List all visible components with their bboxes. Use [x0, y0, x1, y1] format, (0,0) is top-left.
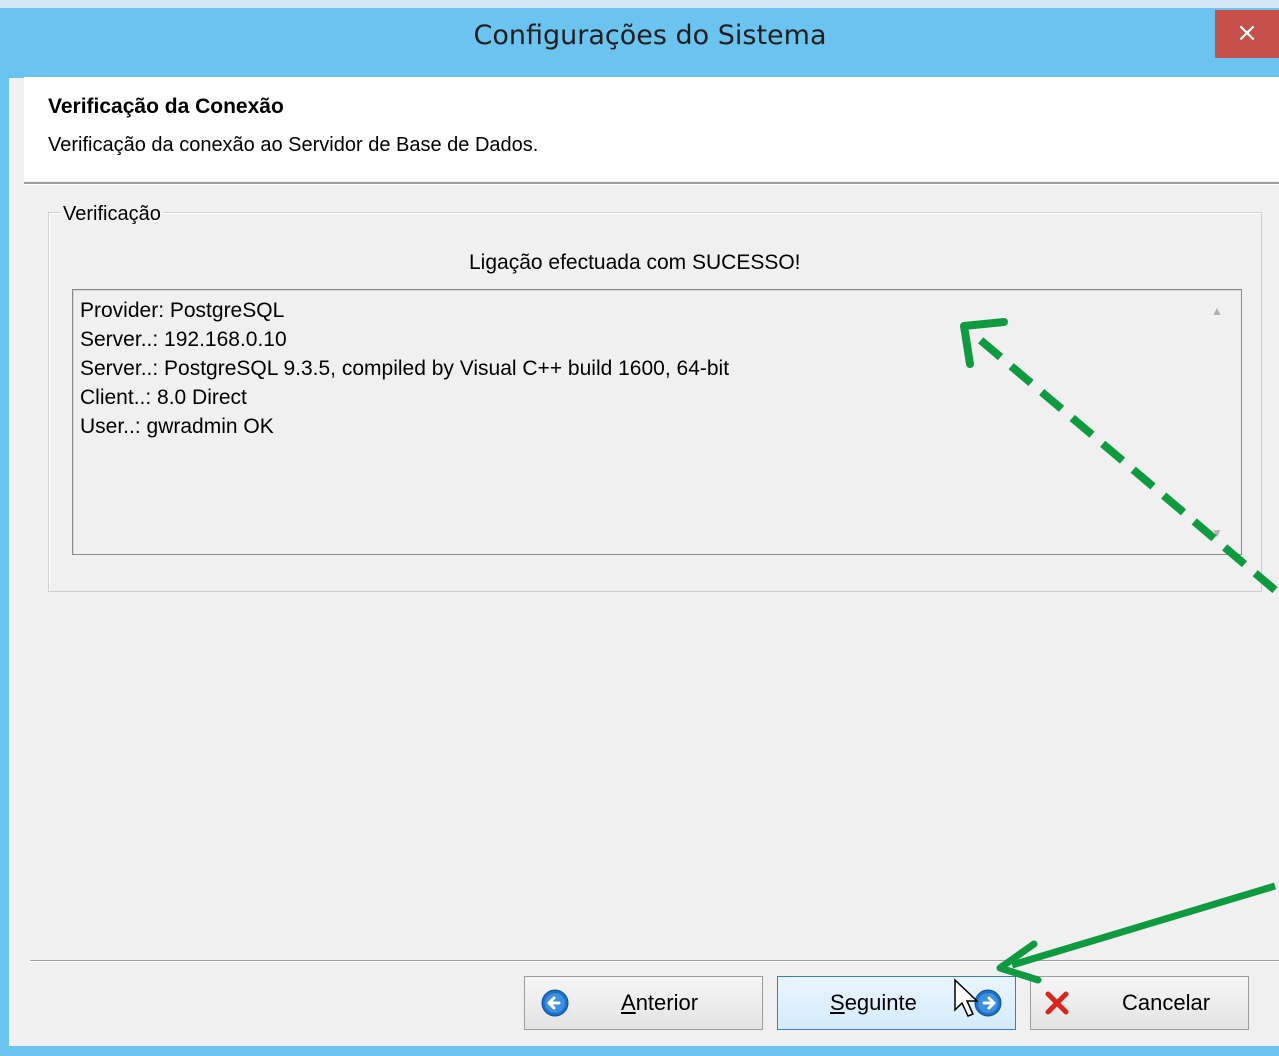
dashed-arrow-line [975, 334, 1278, 594]
solid-arrow-line [1010, 882, 1277, 969]
mouse-cursor-icon [954, 978, 979, 1017]
annotation-overlay [954, 318, 1278, 1017]
config-dialog: Configurações do Sistema × Verificação d… [0, 0, 1279, 1056]
